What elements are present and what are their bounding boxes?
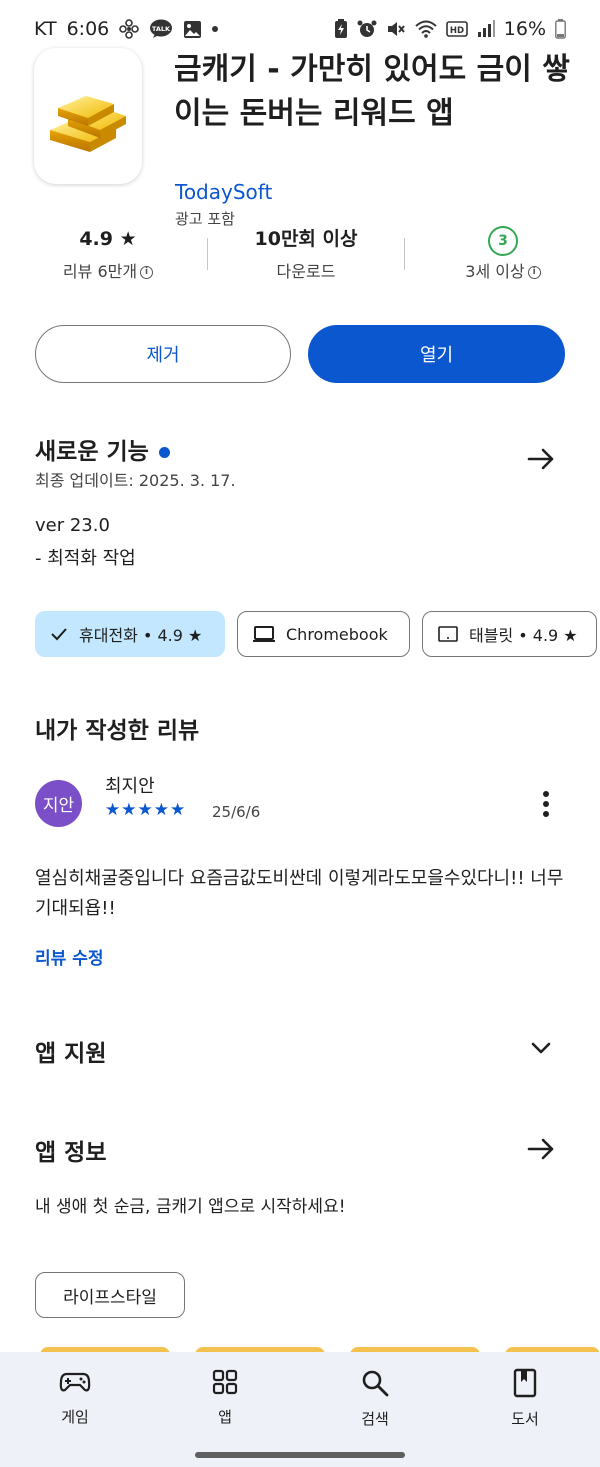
age-rating-label: 3세 이상 [465, 262, 525, 281]
arrow-right-icon[interactable] [526, 444, 556, 474]
version-text: ver 23.0 [35, 515, 110, 536]
gamepad-icon [59, 1372, 91, 1392]
nav-item-games[interactable]: 게임 [25, 1368, 125, 1427]
downloads-label: 다운로드 [276, 262, 336, 281]
battery-percent: 16% [503, 18, 546, 40]
rating-stat[interactable]: 4.9 ★ 리뷰 6만개 i [8, 222, 208, 282]
laptop-icon [253, 626, 275, 642]
reviewer-name: 최지안 [105, 776, 155, 797]
downloads-value: 10만회 이상 [254, 228, 358, 250]
device-chip-phone[interactable]: 휴대전화 • 4.9 ★ [35, 611, 225, 657]
review-date: 25/6/6 [212, 803, 261, 821]
carrier-label: KT [34, 18, 57, 40]
review-text: 열심히채굴중입니다 요즘금값도비싼데 이렇게라도모을수있다니!! 너무기대되욥!… [35, 868, 564, 919]
apps-grid-icon [212, 1369, 238, 1395]
hd-voice-icon: HD [445, 20, 468, 38]
tablet-icon [438, 626, 458, 642]
info-icon: i [140, 266, 154, 279]
nav-label-books: 도서 [511, 1410, 539, 1428]
device-chip-chromebook[interactable]: Chromebook [237, 611, 410, 657]
app-support-heading[interactable]: 앱 지원 [35, 1034, 107, 1068]
fan-icon [119, 19, 140, 39]
reviews-count: 리뷰 6만개 [62, 262, 138, 281]
wifi-icon [415, 20, 437, 38]
my-review-heading: 내가 작성한 리뷰 [35, 718, 200, 744]
notification-dot [212, 26, 219, 32]
age-rating-badge: 3 [488, 226, 518, 256]
developer-link[interactable]: TodaySoft [175, 180, 272, 204]
book-icon [513, 1368, 537, 1398]
whats-new-title: 새로운 기능 [35, 439, 149, 465]
nav-label-search: 검색 [361, 1410, 389, 1428]
alarm-icon [357, 19, 377, 39]
downloads-stat: 10만회 이상 다운로드 [206, 222, 406, 282]
app-description: 내 생애 첫 순금, 금캐기 앱으로 시작하세요! [35, 1197, 346, 1217]
arrow-right-icon[interactable] [526, 1134, 556, 1164]
about-app-heading[interactable]: 앱 정보 [35, 1133, 107, 1167]
nav-item-search[interactable]: 검색 [325, 1368, 425, 1429]
star-icon: ★ [113, 228, 137, 250]
stats-row: 4.9 ★ 리뷰 6만개 i 10만회 이상 다운로드 3 3세 이상 i [0, 222, 600, 294]
more-options-icon[interactable] [536, 790, 556, 818]
device-chip-chromebook-label: Chromebook [286, 624, 388, 644]
app-title: 금캐기 - 가만히 있어도 금이 쌓이는 돈버는 리워드 앱 [174, 52, 570, 131]
nav-item-books[interactable]: 도서 [475, 1368, 575, 1429]
avatar: 지안 [35, 780, 82, 827]
device-chip-tablet-label: 태블릿 • 4.9 ★ [469, 626, 578, 645]
last-updated: 최종 업데이트: 2025. 3. 17. [35, 471, 236, 490]
uninstall-button[interactable]: 제거 [35, 325, 291, 383]
info-icon: i [527, 266, 541, 279]
edit-review-link[interactable]: 리뷰 수정 [35, 944, 103, 969]
clock: 6:06 [66, 18, 110, 40]
age-rating-stat[interactable]: 3 3세 이상 i [403, 222, 600, 282]
rating-value: 4.9 [79, 228, 113, 250]
open-button[interactable]: 열기 [308, 325, 565, 383]
app-header: 금캐기 - 가만히 있어도 금이 쌓이는 돈버는 리워드 앱 TodaySoft… [0, 40, 600, 228]
checkmark-icon [51, 628, 67, 641]
new-indicator-dot [158, 447, 170, 458]
category-tag[interactable]: 라이프스타일 [35, 1272, 185, 1318]
nav-item-apps[interactable]: 앱 [175, 1368, 275, 1427]
bottom-navigation: 게임 앱 검색 도서 [0, 1352, 600, 1467]
signal-icon [477, 20, 495, 38]
whats-new-heading[interactable]: 새로운 기능 [35, 432, 170, 466]
review-stars: ★★★★★ [105, 800, 187, 820]
app-icon-gold-bars[interactable] [34, 48, 142, 184]
svg-text:HD: HD [450, 26, 464, 36]
gallery-icon [183, 20, 202, 39]
nav-label-apps: 앱 [218, 1408, 232, 1426]
device-chip-tablet[interactable]: 태블릿 • 4.9 ★ [422, 611, 597, 657]
search-icon [362, 1370, 389, 1397]
gesture-home-bar[interactable] [195, 1452, 405, 1458]
nav-label-games: 게임 [61, 1408, 89, 1426]
mute-icon [386, 19, 406, 39]
device-chip-phone-label: 휴대전화 • 4.9 ★ [79, 626, 203, 645]
release-note: - 최적화 작업 [35, 548, 136, 569]
svg-text:TALK: TALK [152, 25, 171, 33]
chevron-down-icon[interactable] [528, 1035, 554, 1061]
battery-icon [555, 19, 566, 39]
battery-saver-icon [334, 19, 348, 39]
kakaotalk-icon: TALK [149, 19, 173, 39]
